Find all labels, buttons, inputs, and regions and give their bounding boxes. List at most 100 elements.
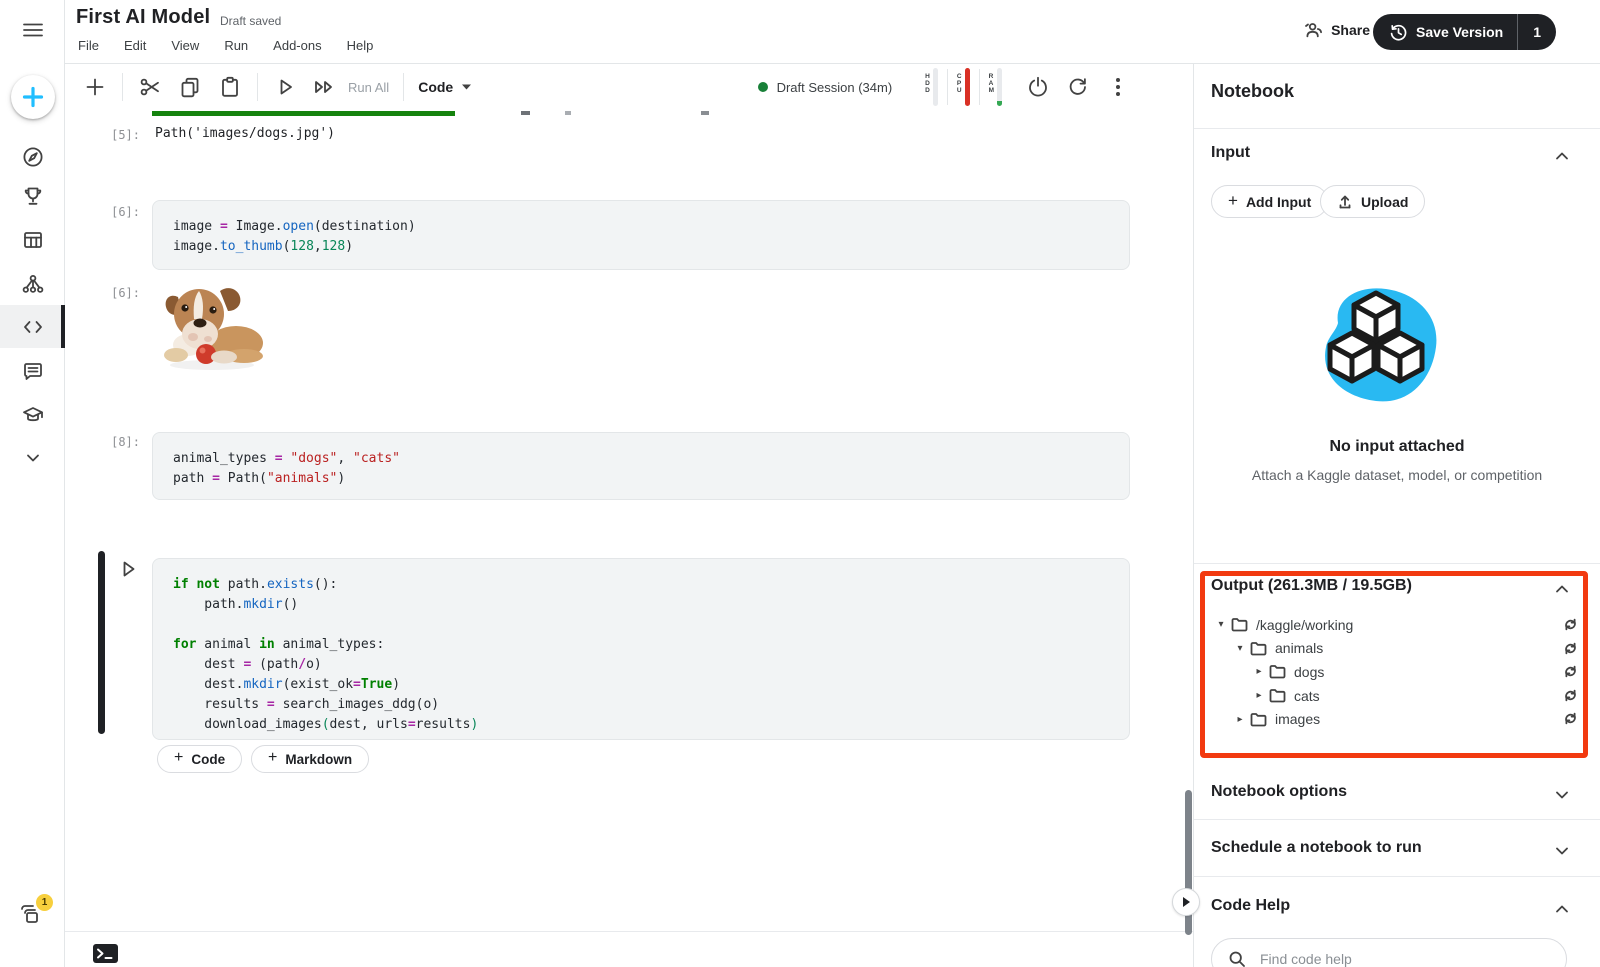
sidebar-item-more[interactable] [0,436,65,479]
chevron-up-icon[interactable] [1554,148,1570,164]
sidebar-item-learn[interactable] [0,393,65,436]
cell-type-dropdown[interactable]: Code [418,79,472,95]
output-section-title[interactable]: Output (261.3MB / 19.5GB) [1211,577,1412,595]
code-line: path.mkdir() [173,595,1129,615]
tree-node-label: animals [1275,640,1323,656]
power-session-button[interactable] [1025,74,1051,100]
monitor-ram[interactable]: RAM [980,68,1011,106]
folder-icon [1269,664,1286,679]
add-input-button[interactable]: + Add Input [1211,185,1328,218]
events-badge: 1 [36,894,53,911]
code-line: image.to_thumb(128,128) [173,237,1129,257]
copy-cell-button[interactable] [177,74,203,100]
sidebar-item-datasets[interactable] [0,218,65,261]
notebook-options-title[interactable]: Notebook options [1211,783,1347,801]
run-all-label[interactable]: Run All [348,80,389,95]
code-line [173,615,1129,635]
chevron-up-icon[interactable] [1554,581,1570,597]
monitor-hdd[interactable]: HDD [916,68,947,106]
chevron-up-icon[interactable] [1554,901,1570,917]
code-line: image = Image.open(destination) [173,217,1129,237]
caret-down-icon[interactable]: ▾ [1233,643,1247,654]
cut-cell-button[interactable] [137,74,163,100]
selected-cell-indicator [98,551,105,734]
code-line: results = search_images_ddg(o) [173,695,1129,715]
caret-right-icon[interactable]: ▸ [1252,690,1266,701]
code-line: for animal in animal_types: [173,635,1129,655]
scrolled-content-fragment [565,111,571,115]
refresh-icon[interactable] [1563,617,1578,632]
save-version-button[interactable]: Save Version 1 [1373,14,1556,50]
paste-cell-button[interactable] [217,74,243,100]
sidebar-item-home[interactable] [0,135,65,178]
output-file-tree: ▾ /kaggle/working ▾ animals ▸dogs ▸cats ▸i… [1202,613,1582,731]
input-section-title[interactable]: Input [1211,144,1250,162]
code-help-search-input[interactable] [1260,951,1520,967]
monitor-label: CPU [957,68,962,94]
schedule-section-title[interactable]: Schedule a notebook to run [1211,839,1422,857]
menu-help[interactable]: Help [347,38,374,53]
create-button[interactable] [11,75,55,119]
sidebar-item-discussions[interactable] [0,349,65,392]
caret-right-icon[interactable]: ▸ [1252,666,1266,677]
resource-monitors: HDD CPU RAM [916,68,1011,106]
left-sidebar: 1 [0,0,65,967]
menu-edit[interactable]: Edit [124,38,146,53]
sidebar-item-competitions[interactable] [0,174,65,217]
more-options-button[interactable] [1105,74,1131,100]
session-label: Draft Session (34m) [777,80,893,95]
code-cell[interactable]: if not path.exists(): path.mkdir() for a… [152,558,1130,740]
tree-row-cats[interactable]: ▸cats [1202,684,1582,708]
menu-add-ons[interactable]: Add-ons [273,38,321,53]
tree-row-images[interactable]: ▸images [1202,707,1582,731]
chevron-down-icon[interactable] [1554,843,1570,859]
cell-prompt: [6]: [98,205,140,219]
session-status[interactable]: Draft Session (34m) [758,80,893,95]
active-events-button[interactable]: 1 [14,898,54,938]
code-cell[interactable]: animal_types = "dogs", "cats"path = Path… [152,432,1130,500]
notebook-settings-panel: Notebook Input + Add Input Upload [1193,64,1600,967]
tree-row-kaggle-working[interactable]: ▾ /kaggle/working [1202,613,1582,637]
restart-session-button[interactable] [1065,74,1091,100]
folder-icon [1250,641,1267,656]
code-help-search[interactable] [1211,938,1567,967]
refresh-icon[interactable] [1563,688,1578,703]
monitor-gauge [933,68,938,106]
refresh-icon[interactable] [1563,641,1578,656]
sidebar-item-models[interactable] [0,262,65,305]
add-code-cell-button[interactable]: + Code [157,745,242,773]
run-cell-button[interactable] [272,74,298,100]
version-count[interactable]: 1 [1517,14,1556,50]
upload-label: Upload [1361,194,1408,210]
menu-file[interactable]: File [78,38,99,53]
run-this-cell-button[interactable] [115,556,141,582]
menu-run[interactable]: Run [224,38,248,53]
caret-down-icon[interactable]: ▾ [1214,619,1228,630]
chevron-down-icon[interactable] [1554,787,1570,803]
datasets-grid-icon [21,228,45,252]
tree-node-label: /kaggle/working [1256,617,1353,633]
monitor-cpu[interactable]: CPU [948,68,979,106]
tree-row-dogs[interactable]: ▸dogs [1202,660,1582,684]
notebook-title[interactable]: First AI Model [76,6,210,29]
share-button[interactable]: Share [1303,20,1370,40]
refresh-icon[interactable] [1563,664,1578,679]
console-terminal-button[interactable] [92,943,119,964]
add-cell-button[interactable] [82,74,108,100]
caret-right-icon[interactable]: ▸ [1233,714,1247,725]
refresh-icon[interactable] [1563,711,1578,726]
run-all-button[interactable] [312,74,338,100]
upload-button[interactable]: Upload [1320,185,1425,218]
models-network-icon [21,272,45,296]
add-markdown-cell-button[interactable]: + Markdown [251,745,369,773]
hamburger-menu-icon[interactable] [21,18,45,42]
panel-collapse-handle[interactable] [1172,888,1200,916]
sidebar-item-code[interactable] [0,305,65,348]
code-brackets-icon [21,315,45,339]
menu-view[interactable]: View [171,38,199,53]
plus-icon: + [268,749,277,767]
tree-row-animals[interactable]: ▾ animals [1202,637,1582,661]
code-cell[interactable]: image = Image.open(destination)image.to_… [152,200,1130,270]
monitor-gauge [965,68,970,106]
code-help-section-title[interactable]: Code Help [1211,897,1290,915]
